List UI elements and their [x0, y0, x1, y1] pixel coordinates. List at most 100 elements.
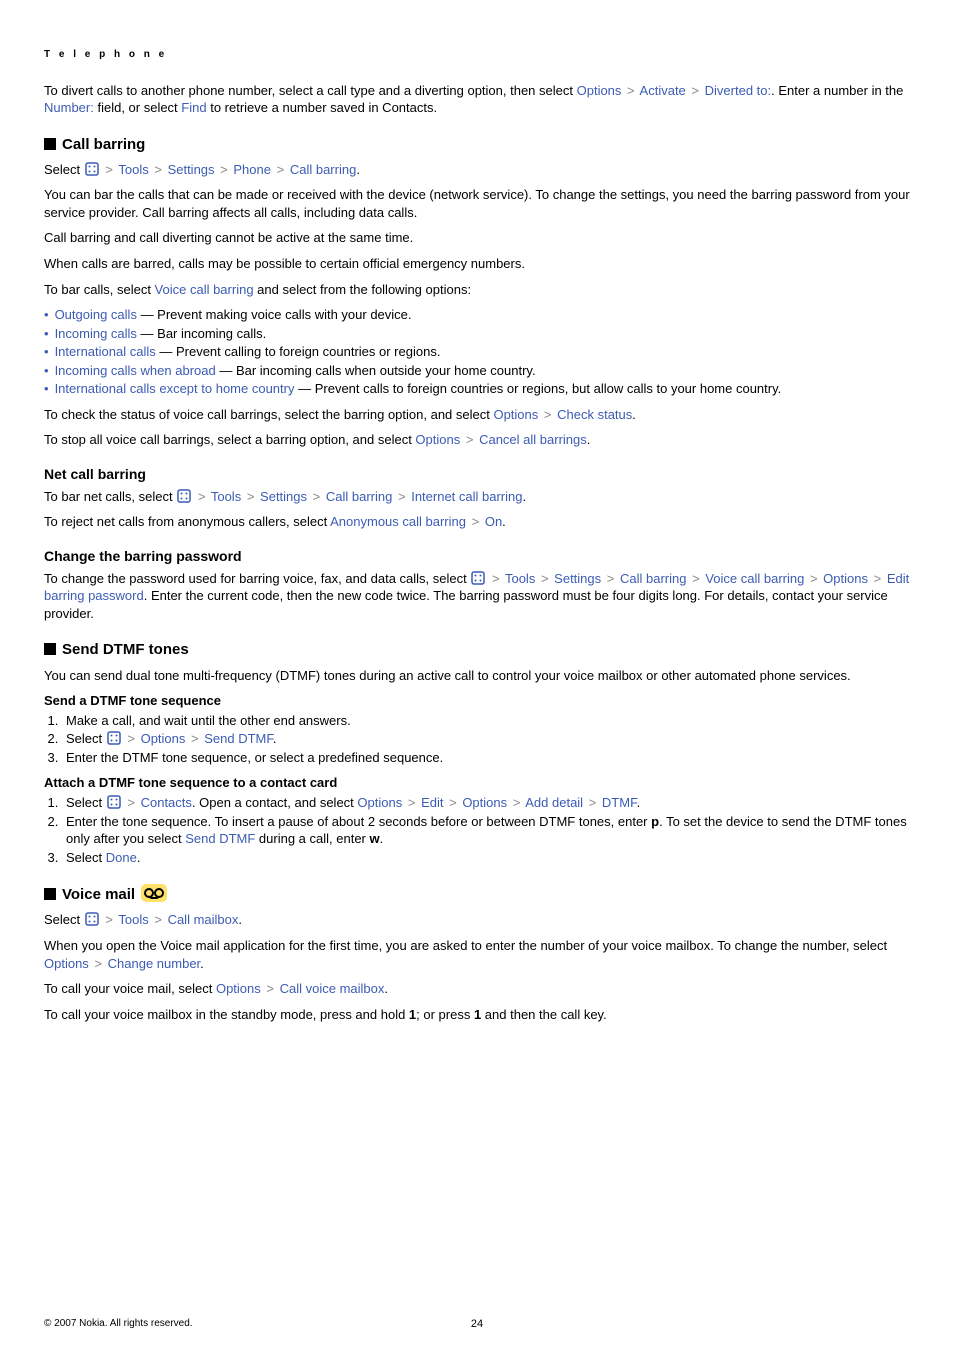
- link-done: Done: [106, 850, 137, 865]
- separator: >: [689, 82, 701, 100]
- link-on: On: [485, 514, 502, 529]
- text: .: [637, 795, 641, 810]
- heading-text: Call barring: [62, 136, 145, 153]
- link-internet-barring: Internet call barring: [411, 489, 522, 504]
- text: Select: [44, 912, 84, 927]
- separator: >: [542, 406, 554, 424]
- paragraph: To call your voice mail, select Options …: [44, 980, 910, 998]
- separator: >: [125, 730, 137, 748]
- separator: >: [152, 911, 164, 929]
- link-cancel-all: Cancel all barrings: [479, 432, 587, 447]
- subheading: Attach a DTMF tone sequence to a contact…: [44, 774, 910, 792]
- heading-change-password: Change the barring password: [44, 547, 910, 566]
- option-link: Incoming calls when abroad: [55, 363, 216, 378]
- separator: >: [470, 513, 482, 531]
- text: .: [137, 850, 141, 865]
- separator: >: [539, 570, 551, 588]
- text: . Enter the current code, then the new c…: [44, 588, 888, 621]
- text: To stop all voice call barrings, select …: [44, 432, 415, 447]
- separator: >: [690, 570, 702, 588]
- paragraph: When calls are barred, calls may be poss…: [44, 255, 910, 273]
- link-options: Options: [823, 571, 868, 586]
- link-call-mailbox: Call mailbox: [168, 912, 239, 927]
- separator: >: [245, 488, 257, 506]
- link-edit: Edit: [421, 795, 443, 810]
- link-settings: Settings: [260, 489, 307, 504]
- text: — Bar incoming calls.: [137, 326, 266, 341]
- select-path: Select > Tools > Call mailbox.: [44, 911, 910, 929]
- menu-icon: [470, 570, 486, 586]
- link-options: Options: [44, 956, 89, 971]
- separator: >: [625, 82, 637, 100]
- option-link: Outgoing calls: [55, 307, 137, 322]
- text: . Enter a number in the: [771, 83, 903, 98]
- text: Select: [66, 795, 106, 810]
- paragraph: When you open the Voice mail application…: [44, 937, 910, 972]
- text: To check the status of voice call barrin…: [44, 407, 493, 422]
- steps-list: Make a call, and wait until the other en…: [44, 712, 910, 767]
- text: .: [384, 981, 388, 996]
- bullet-icon: •: [44, 307, 55, 322]
- square-bullet-icon: [44, 138, 56, 150]
- link-tools: Tools: [211, 489, 241, 504]
- text: .: [238, 912, 242, 927]
- link-number: Number:: [44, 100, 94, 115]
- text: — Prevent making voice calls with your d…: [137, 307, 412, 322]
- text: .: [356, 162, 360, 177]
- separator: >: [447, 794, 459, 812]
- link-call-voice-mailbox: Call voice mailbox: [280, 981, 385, 996]
- link-change-number: Change number: [108, 956, 201, 971]
- heading-text: Voice mail: [62, 886, 135, 903]
- separator: >: [511, 794, 523, 812]
- separator: >: [103, 161, 115, 179]
- option-link: International calls except to home count…: [55, 381, 295, 396]
- link-find: Find: [181, 100, 206, 115]
- link-settings: Settings: [168, 162, 215, 177]
- link-options: Options: [415, 432, 460, 447]
- running-header: T e l e p h o n e: [44, 48, 910, 62]
- link-options: Options: [216, 981, 261, 996]
- link-send-dtmf: Send DTMF: [185, 831, 255, 846]
- separator: >: [125, 794, 137, 812]
- text: To divert calls to another phone number,…: [44, 83, 577, 98]
- list-item: •Incoming calls — Bar incoming calls.: [44, 325, 910, 343]
- key-w: w: [370, 831, 380, 846]
- text: To change the password used for barring …: [44, 571, 470, 586]
- list-item: Select > Contacts. Open a contact, and s…: [62, 794, 910, 812]
- separator: >: [808, 570, 820, 588]
- list-item: •International calls — Prevent calling t…: [44, 343, 910, 361]
- select-path: Select > Tools > Settings > Phone > Call…: [44, 161, 910, 179]
- text: .: [273, 731, 277, 746]
- separator: >: [311, 488, 323, 506]
- separator: >: [872, 570, 884, 588]
- menu-icon: [106, 730, 122, 746]
- paragraph: To change the password used for barring …: [44, 570, 910, 623]
- text: To call your voice mailbox in the standb…: [44, 1007, 409, 1022]
- link-voice-barring: Voice call barring: [705, 571, 804, 586]
- separator: >: [196, 488, 208, 506]
- text: .: [522, 489, 526, 504]
- paragraph: Call barring and call diverting cannot b…: [44, 229, 910, 247]
- list-item: Enter the tone sequence. To insert a pau…: [62, 813, 910, 848]
- link-call-barring: Call barring: [326, 489, 392, 504]
- link-settings: Settings: [554, 571, 601, 586]
- text: Select: [66, 731, 106, 746]
- separator: >: [218, 161, 230, 179]
- separator: >: [275, 161, 287, 179]
- text: and select from the following options:: [254, 282, 472, 297]
- text: Select: [66, 850, 106, 865]
- text: Enter the tone sequence. To insert a pau…: [66, 814, 651, 829]
- key-p: p: [651, 814, 659, 829]
- heading-text: Send DTMF tones: [62, 641, 189, 658]
- link-tools: Tools: [505, 571, 535, 586]
- separator: >: [406, 794, 418, 812]
- option-link: Incoming calls: [55, 326, 137, 341]
- link-contacts: Contacts: [141, 795, 192, 810]
- separator: >: [464, 431, 476, 449]
- text: When you open the Voice mail application…: [44, 938, 887, 953]
- paragraph: To stop all voice call barrings, select …: [44, 431, 910, 449]
- list-item: •Outgoing calls — Prevent making voice c…: [44, 306, 910, 324]
- bullet-icon: •: [44, 326, 55, 341]
- text: to retrieve a number saved in Contacts.: [207, 100, 438, 115]
- paragraph: You can bar the calls that can be made o…: [44, 186, 910, 221]
